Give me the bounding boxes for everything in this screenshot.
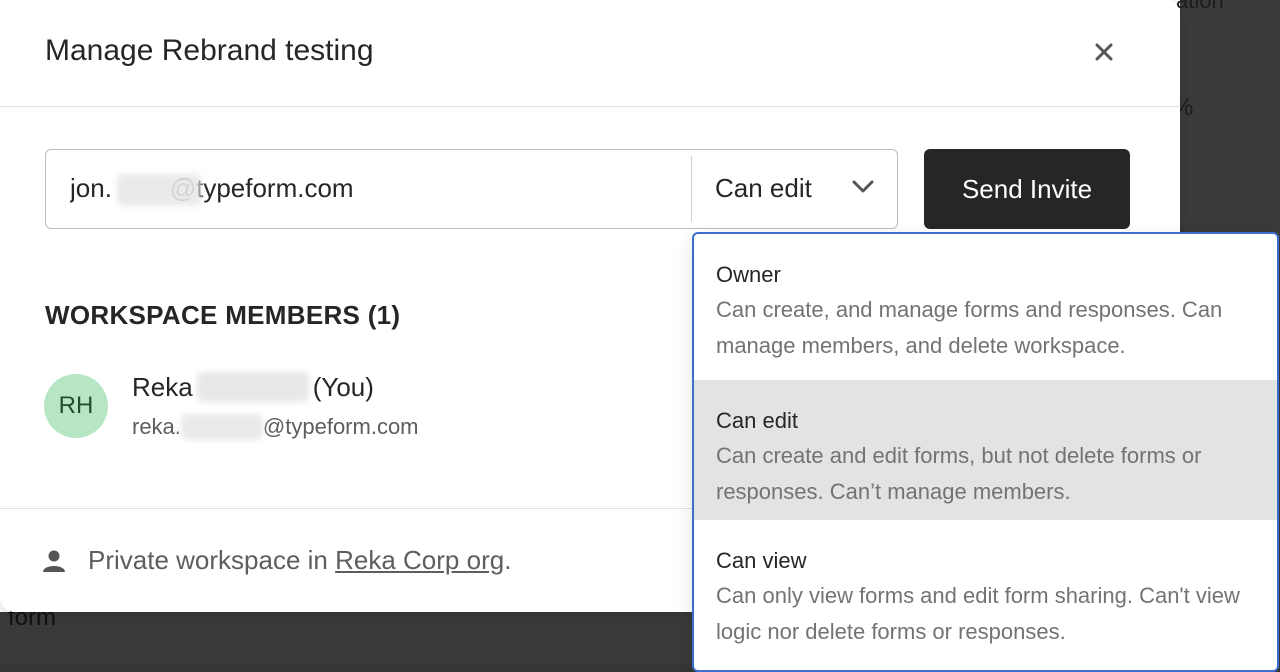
modal-header: Manage Rebrand testing bbox=[0, 0, 1180, 107]
role-option-title: Can view bbox=[716, 548, 807, 573]
close-button[interactable] bbox=[1086, 34, 1122, 70]
role-option-owner[interactable]: Owner Can create, and manage forms and r… bbox=[694, 234, 1277, 374]
redacted-email-segment bbox=[117, 174, 201, 206]
role-option-can-view[interactable]: Can view Can only view forms and edit fo… bbox=[694, 520, 1277, 660]
modal-title: Manage Rebrand testing bbox=[45, 34, 374, 67]
workspace-privacy-text: Private workspace in Reka Corp org. bbox=[88, 545, 511, 576]
invite-field-group: Can edit bbox=[45, 149, 898, 229]
you-label: (You) bbox=[312, 372, 374, 402]
role-option-title: Can edit bbox=[716, 408, 798, 433]
avatar: RH bbox=[44, 374, 108, 438]
role-select-value: Can edit bbox=[715, 173, 812, 203]
role-option-can-edit[interactable]: Can edit Can create and edit forms, but … bbox=[694, 380, 1277, 520]
footer-text-suffix: . bbox=[504, 545, 512, 575]
redacted-email-segment bbox=[180, 414, 263, 440]
role-option-description: Can only view forms and edit form sharin… bbox=[716, 583, 1240, 644]
role-dropdown-menu: Owner Can create, and manage forms and r… bbox=[692, 232, 1279, 672]
send-invite-button[interactable]: Send Invite bbox=[924, 149, 1130, 229]
role-select[interactable]: Can edit bbox=[692, 150, 897, 227]
member-name: Reka (You) bbox=[132, 372, 374, 403]
role-option-description: Can create, and manage forms and respons… bbox=[716, 297, 1223, 358]
org-link[interactable]: Reka Corp org bbox=[335, 545, 504, 575]
footer-text-prefix: Private workspace in bbox=[88, 545, 336, 575]
background-text-fragment: ation bbox=[1176, 0, 1224, 13]
close-icon bbox=[1095, 43, 1113, 61]
role-option-description: Can create and edit forms, but not delet… bbox=[716, 443, 1202, 504]
chevron-down-icon bbox=[852, 180, 874, 193]
workspace-members-heading: WORKSPACE MEMBERS (1) bbox=[45, 300, 401, 330]
role-option-title: Owner bbox=[716, 262, 781, 287]
redacted-last-name bbox=[196, 372, 309, 402]
person-icon bbox=[43, 550, 65, 572]
member-email-prefix: reka. bbox=[132, 414, 181, 439]
member-email-domain: @typeform.com bbox=[262, 414, 419, 439]
member-email: reka. @typeform.com bbox=[132, 414, 419, 440]
member-first-name: Reka bbox=[132, 372, 193, 402]
